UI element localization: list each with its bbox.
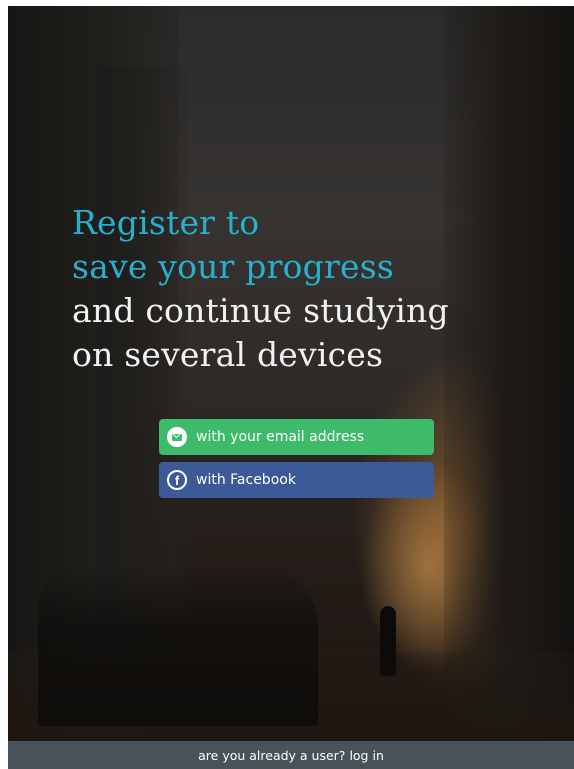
headline-line-1: Register to <box>72 203 260 242</box>
register-email-button[interactable]: with your email address <box>159 419 434 455</box>
login-prompt-text: are you already a user? <box>198 747 346 763</box>
background-building-right <box>444 6 574 741</box>
register-email-label: with your email address <box>196 429 365 445</box>
facebook-icon: f <box>167 470 187 490</box>
headline-line-4: on several devices <box>72 335 384 374</box>
background-pedestrian <box>380 606 396 676</box>
login-link[interactable]: log in <box>349 748 383 763</box>
register-facebook-button[interactable]: f with Facebook <box>159 462 434 498</box>
login-footer-bar[interactable]: are you already a user? log in <box>8 741 574 769</box>
register-screen: Register to save your progress and conti… <box>8 6 574 769</box>
headline-line-3: and continue studying <box>72 291 449 330</box>
envelope-icon <box>167 427 187 447</box>
register-headline: Register to save your progress and conti… <box>72 201 449 377</box>
background-parked-cars <box>38 566 318 726</box>
register-facebook-label: with Facebook <box>196 472 296 488</box>
background-photo <box>8 6 574 769</box>
headline-line-2: save your progress <box>72 247 394 286</box>
